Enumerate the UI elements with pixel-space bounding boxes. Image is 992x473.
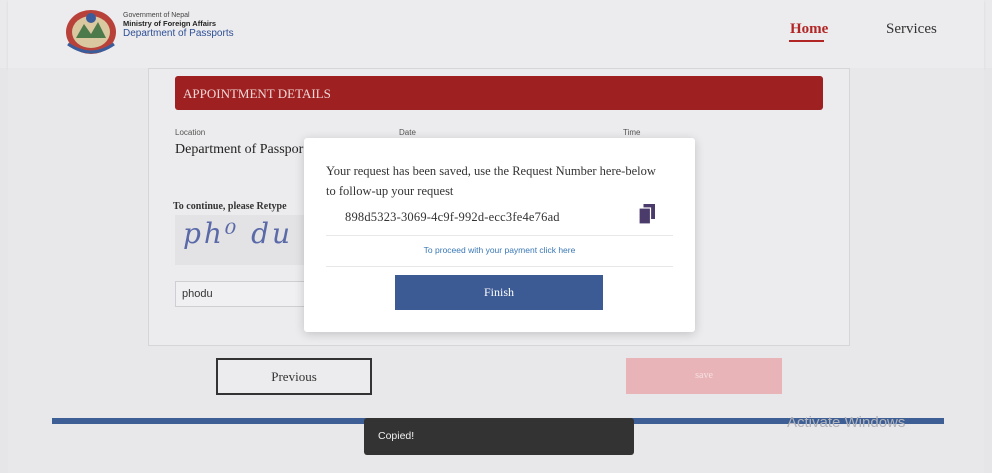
toast-message: Copied! [378,430,415,442]
finish-button[interactable]: Finish [395,275,603,310]
location-value: Department of Passpor [175,142,304,157]
divider [326,235,673,236]
request-number[interactable]: 898d5323-3069-4c9f-992d-ecc3fe4e76ad [345,210,560,225]
nepal-emblem-icon[interactable] [62,4,120,56]
previous-button[interactable]: Previous [216,358,372,395]
divider [326,266,673,267]
location-label: Location [175,128,206,137]
captcha-image: ph⁰ du [175,215,310,265]
nav-home-link[interactable]: Home [790,21,828,38]
activate-windows-watermark: Activate Windows [787,414,906,431]
section-title: APPOINTMENT DETAILS [183,86,331,101]
dialog-message: Your request has been saved, use the Req… [326,164,656,198]
brand-text[interactable]: Government of Nepal Ministry of Foreign … [123,12,234,39]
date-label: Date [399,128,416,137]
captcha-label: To continue, please Retype [173,201,287,212]
time-label: Time [623,128,641,137]
copied-toast: Copied! [364,418,634,455]
captcha-input[interactable]: phodu [175,281,310,307]
nav-home-active-indicator [789,40,824,42]
section-header: APPOINTMENT DETAILS [175,76,823,110]
save-button[interactable]: save [626,358,782,394]
captcha-text: ph⁰ du [183,217,294,250]
nav-services-link[interactable]: Services [886,21,937,38]
request-saved-dialog: Your request has been saved, use the Req… [304,138,695,332]
copy-icon[interactable] [639,204,655,224]
brand-department: Department of Passports [123,27,234,39]
brand-ministry: Ministry of Foreign Affairs [123,18,217,28]
payment-link[interactable]: To proceed with your payment click here [304,245,695,255]
